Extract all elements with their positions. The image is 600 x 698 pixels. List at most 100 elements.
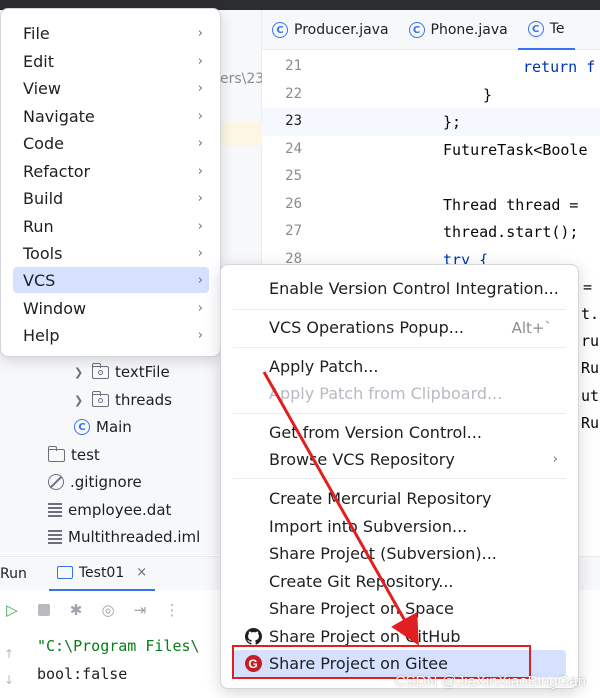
vcs-submenu: Enable Version Control Integration... VC…	[220, 264, 579, 689]
folder-icon	[47, 445, 65, 462]
menu-item-file[interactable]: File ›	[13, 20, 209, 46]
menu-item-label: Help	[23, 325, 60, 345]
get-from-vcs-item[interactable]: Get from Version Control...	[233, 419, 566, 446]
run-tab-test01[interactable]: Test01 ×	[48, 557, 156, 591]
code-fragment: uti	[581, 387, 600, 405]
tree-item-label: threads	[115, 391, 172, 409]
tree-item-label: Main	[96, 418, 132, 436]
tree-item-test[interactable]: test	[47, 442, 100, 468]
tree-item-employee-dat[interactable]: employee.dat	[48, 497, 171, 523]
chevron-right-icon[interactable]: ❯	[74, 366, 86, 379]
menu-item-label: Window	[23, 298, 87, 318]
apply-patch-item[interactable]: Apply Patch...	[233, 353, 566, 380]
menu-item-label: File	[23, 23, 50, 43]
debug-bug-icon[interactable]: ✱	[66, 600, 86, 620]
tab-phone-java[interactable]: C Phone.java	[399, 10, 518, 50]
menu-item-label: Share Project on Space	[269, 599, 454, 618]
menu-item-tools[interactable]: Tools ›	[13, 240, 209, 266]
code-line: };	[443, 113, 462, 131]
enable-vcs-integration-item[interactable]: Enable Version Control Integration...	[233, 275, 566, 302]
line-number: 27	[285, 223, 302, 239]
menu-item-label: Code	[23, 133, 64, 153]
create-mercurial-repo-item[interactable]: Create Mercurial Repository	[233, 485, 566, 512]
menu-item-run[interactable]: Run ›	[13, 213, 209, 239]
import-into-subversion-item[interactable]: Import into Subversion...	[233, 513, 566, 540]
menu-item-label: Edit	[23, 51, 54, 71]
menu-item-help[interactable]: Help ›	[13, 322, 209, 348]
tree-item-threads[interactable]: ❯ threads	[74, 387, 172, 413]
scroll-down-icon[interactable]: ↓	[4, 673, 14, 687]
rerun-icon[interactable]: ▷	[2, 600, 22, 620]
menu-item-refactor[interactable]: Refactor ›	[13, 158, 209, 184]
package-folder-icon	[91, 362, 109, 379]
ignore-icon	[48, 474, 64, 490]
run-tab-label: Test01	[78, 564, 125, 581]
chevron-right-icon: ›	[197, 53, 203, 69]
close-icon[interactable]: ×	[136, 565, 147, 580]
menu-item-label: Create Mercurial Repository	[269, 489, 492, 508]
github-icon	[244, 628, 262, 646]
share-project-subversion-item[interactable]: Share Project (Subversion)...	[233, 540, 566, 567]
tree-item-main[interactable]: C Main	[74, 414, 132, 440]
menu-item-label: Import into Subversion...	[269, 517, 468, 536]
chevron-right-icon[interactable]: ❯	[74, 394, 86, 407]
menu-item-label: Create Git Repository...	[269, 572, 454, 591]
menu-separator	[233, 478, 566, 479]
menu-item-label: VCS Operations Popup...	[269, 318, 464, 337]
code-fragment: Ru	[581, 359, 600, 377]
menu-separator	[233, 413, 566, 414]
vcs-operations-popup-item[interactable]: VCS Operations Popup... Alt+`	[233, 314, 566, 341]
menu-item-label: Run	[23, 216, 54, 236]
tree-item-label: .gitignore	[70, 473, 142, 491]
more-icon[interactable]: ⋮	[162, 600, 182, 620]
menu-item-label: View	[23, 78, 61, 98]
code-fragment: =	[583, 278, 593, 296]
menu-item-label: Share Project on GitHub	[269, 627, 461, 646]
selected-row-highlight	[220, 122, 262, 146]
create-git-repo-item[interactable]: Create Git Repository...	[233, 568, 566, 595]
tab-producer-java[interactable]: C Producer.java	[262, 10, 399, 50]
browse-vcs-repository-item[interactable]: Browse VCS Repository ›	[233, 446, 566, 473]
code-line: FutureTask<Boole	[443, 141, 588, 159]
camera-icon[interactable]: ◎	[98, 600, 118, 620]
code-fragment: ru	[581, 332, 600, 350]
tree-item-label: employee.dat	[68, 501, 172, 519]
package-folder-icon	[91, 390, 109, 407]
tab-label: Phone.java	[430, 22, 508, 38]
share-on-space-item[interactable]: Share Project on Space	[233, 595, 566, 622]
menu-item-edit[interactable]: Edit ›	[13, 48, 209, 74]
chevron-right-icon: ›	[197, 135, 203, 151]
menu-item-code[interactable]: Code ›	[13, 130, 209, 156]
chevron-right-icon: ›	[197, 245, 203, 261]
console-gutter: ↑ ↓	[0, 629, 26, 698]
line-number: 24	[285, 141, 302, 157]
apply-patch-clipboard-item: Apply Patch from Clipboard...	[233, 380, 566, 407]
class-icon: C	[74, 419, 90, 435]
chevron-right-icon: ›	[197, 25, 203, 41]
shortcut-label: Alt+`	[511, 318, 552, 337]
class-icon: C	[527, 21, 544, 37]
file-lines-icon	[48, 530, 62, 544]
stop-icon[interactable]	[34, 600, 54, 620]
menu-item-view[interactable]: View ›	[13, 75, 209, 101]
exit-icon[interactable]: ⇥	[130, 600, 150, 620]
tab-test-java[interactable]: C Te	[517, 10, 575, 50]
chevron-right-icon: ›	[197, 300, 203, 316]
tree-item-iml[interactable]: Multithreaded.iml	[48, 524, 200, 550]
menu-item-label: Apply Patch from Clipboard...	[269, 384, 503, 403]
menu-item-navigate[interactable]: Navigate ›	[13, 103, 209, 129]
tree-item-gitignore[interactable]: .gitignore	[48, 469, 142, 495]
tab-label: Te	[549, 21, 565, 37]
menu-item-label: Refactor	[23, 161, 91, 181]
menu-separator	[233, 309, 566, 310]
menu-item-label: Tools	[23, 243, 63, 263]
menu-item-build[interactable]: Build ›	[13, 185, 209, 211]
menu-item-label: Navigate	[23, 106, 95, 126]
scroll-up-icon[interactable]: ↑	[4, 647, 14, 661]
menu-item-vcs[interactable]: VCS ›	[13, 267, 209, 293]
menu-item-window[interactable]: Window ›	[13, 295, 209, 321]
tree-item-textfile[interactable]: ❯ textFile	[74, 359, 170, 385]
editor-tab-bar: C Producer.java C Phone.java C Te	[262, 10, 600, 50]
code-line: thread.start();	[443, 223, 579, 241]
class-icon: C	[408, 22, 425, 38]
